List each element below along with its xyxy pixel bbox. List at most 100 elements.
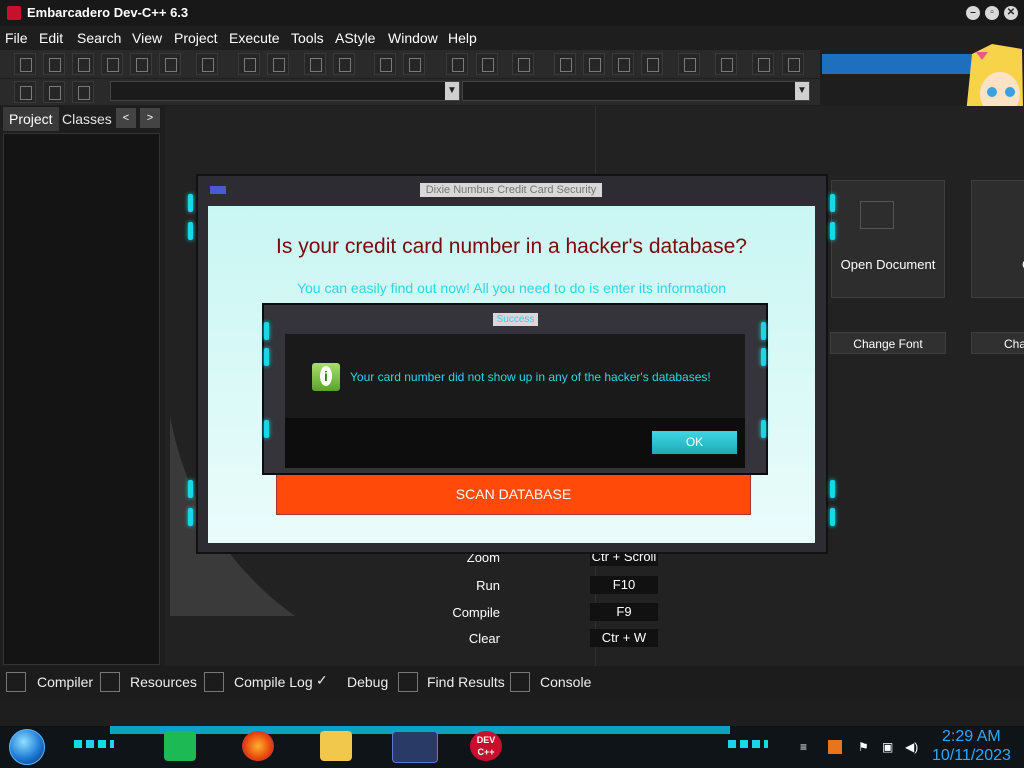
neon-accent <box>188 194 193 212</box>
menu-help[interactable]: Help <box>448 30 477 46</box>
new-project-icon[interactable] <box>446 53 468 75</box>
devcpp-app-icon <box>7 6 21 20</box>
clock-time[interactable]: 2:29 AM <box>942 728 1001 746</box>
menu-search[interactable]: Search <box>77 30 121 46</box>
clock-date[interactable]: 10/11/2023 <box>932 747 1011 765</box>
firefox-icon[interactable] <box>242 731 274 761</box>
spotify-icon[interactable] <box>164 731 196 761</box>
tab-project[interactable]: Project <box>3 107 59 131</box>
indent-icon[interactable] <box>304 53 326 75</box>
resources-icon <box>100 672 120 692</box>
window-title: Embarcadero Dev-C++ 6.3 <box>27 5 189 20</box>
menu-execute[interactable]: Execute <box>229 30 280 46</box>
toolbar-search-input[interactable] <box>822 54 982 74</box>
menu-astyle[interactable]: AStyle <box>335 30 375 46</box>
main-toolbar <box>0 50 820 78</box>
rebuild-icon[interactable] <box>641 53 663 75</box>
save-all-icon[interactable] <box>101 53 123 75</box>
tab-prev-button[interactable]: < <box>116 108 136 128</box>
goto-icon[interactable] <box>14 81 36 103</box>
neon-accent <box>264 348 269 366</box>
bottom-panel-tabs: Compiler Resources Compile Log ✓ Debug F… <box>0 666 1024 700</box>
tab-next-button[interactable]: > <box>140 108 160 128</box>
compile-icon[interactable] <box>554 53 576 75</box>
menu-lines-icon[interactable]: ≡ <box>800 740 814 754</box>
close-all-icon[interactable] <box>159 53 181 75</box>
neon-accent <box>188 480 193 498</box>
debug-check-icon: ✓ <box>316 672 328 688</box>
close-file-icon[interactable] <box>130 53 152 75</box>
scan-database-button[interactable]: SCAN DATABASE <box>276 472 751 515</box>
start-button[interactable] <box>9 729 45 765</box>
neon-accent <box>264 420 269 438</box>
find-icon[interactable] <box>238 53 260 75</box>
tab-compile-log[interactable]: Compile Log <box>234 674 313 690</box>
compile-run-icon[interactable] <box>612 53 634 75</box>
menu-project[interactable]: Project <box>174 30 218 46</box>
neon-accent <box>728 740 768 748</box>
check-icon[interactable] <box>678 53 700 75</box>
compiler-icon <box>6 672 26 692</box>
network-icon[interactable]: ▣ <box>882 740 896 754</box>
project-tree[interactable] <box>3 133 160 665</box>
shortcut-label: Compile <box>452 605 500 620</box>
run-icon[interactable] <box>583 53 605 75</box>
tab-find-results[interactable]: Find Results <box>427 674 505 690</box>
tab-compiler[interactable]: Compiler <box>37 674 93 690</box>
shortcut-key: F10 <box>590 576 658 594</box>
secondary-toolbar: ▼ ▼ <box>0 79 820 105</box>
neon-accent <box>188 508 193 526</box>
menu-edit[interactable]: Edit <box>39 30 63 46</box>
change-font-button[interactable]: Change Font <box>830 332 946 354</box>
bookmark-icon[interactable] <box>43 81 65 103</box>
tab-debug[interactable]: Debug <box>347 674 388 690</box>
menu-file[interactable]: File <box>5 30 28 46</box>
chart-icon[interactable] <box>752 53 774 75</box>
undo-icon[interactable] <box>374 53 396 75</box>
bookmarks-icon[interactable] <box>72 81 94 103</box>
devcpp-taskbar-icon[interactable]: DEV C++ <box>470 731 502 761</box>
menu-window[interactable]: Window <box>388 30 438 46</box>
remove-project-icon[interactable] <box>476 53 498 75</box>
save-icon[interactable] <box>72 53 94 75</box>
tray-app-icon[interactable] <box>828 740 842 754</box>
file-explorer-icon[interactable] <box>320 731 352 761</box>
class-combo[interactable]: ▼ <box>110 81 460 101</box>
unindent-icon[interactable] <box>333 53 355 75</box>
redo-icon[interactable] <box>403 53 425 75</box>
shortcut-row: Compile F9 <box>425 603 675 623</box>
tab-resources[interactable]: Resources <box>130 674 197 690</box>
project-options-icon[interactable] <box>512 53 534 75</box>
dialog-title: Dixie Numbus Credit Card Security <box>420 183 602 197</box>
new-file-icon[interactable] <box>14 53 36 75</box>
open-folder-icon[interactable] <box>43 53 65 75</box>
chevron-down-icon[interactable]: ▼ <box>795 82 809 100</box>
flag-icon[interactable]: ⚑ <box>858 740 872 754</box>
member-combo[interactable]: ▼ <box>462 81 810 101</box>
neon-accent <box>74 740 114 748</box>
partial-button[interactable]: Cha <box>971 332 1024 354</box>
cancel-icon[interactable] <box>782 53 804 75</box>
left-panel-tabs: Project Classes < > <box>0 107 162 131</box>
neon-accent <box>761 348 766 366</box>
ok-button[interactable]: OK <box>652 431 737 454</box>
chevron-down-icon[interactable]: ▼ <box>445 82 459 100</box>
shortcut-key: F9 <box>590 603 658 621</box>
close-button[interactable]: ✕ <box>1004 6 1018 20</box>
minimize-button[interactable]: – <box>966 6 980 20</box>
open-document-label: Open Document <box>840 257 936 272</box>
menu-tools[interactable]: Tools <box>291 30 324 46</box>
tab-console[interactable]: Console <box>540 674 591 690</box>
credit-card-app-icon[interactable] <box>392 731 438 763</box>
tab-classes[interactable]: Classes <box>56 107 118 131</box>
open-document-card[interactable]: Open Document <box>831 180 945 298</box>
menu-view[interactable]: View <box>132 30 162 46</box>
replace-icon[interactable] <box>267 53 289 75</box>
print-icon[interactable] <box>196 53 218 75</box>
volume-icon[interactable]: ◀) <box>905 740 919 754</box>
stop-icon[interactable] <box>715 53 737 75</box>
restore-button[interactable]: ▫ <box>985 6 999 20</box>
find-results-icon <box>398 672 418 692</box>
partial-card[interactable]: C <box>971 180 1024 298</box>
dialog-heading: Is your credit card number in a hacker's… <box>276 235 747 258</box>
